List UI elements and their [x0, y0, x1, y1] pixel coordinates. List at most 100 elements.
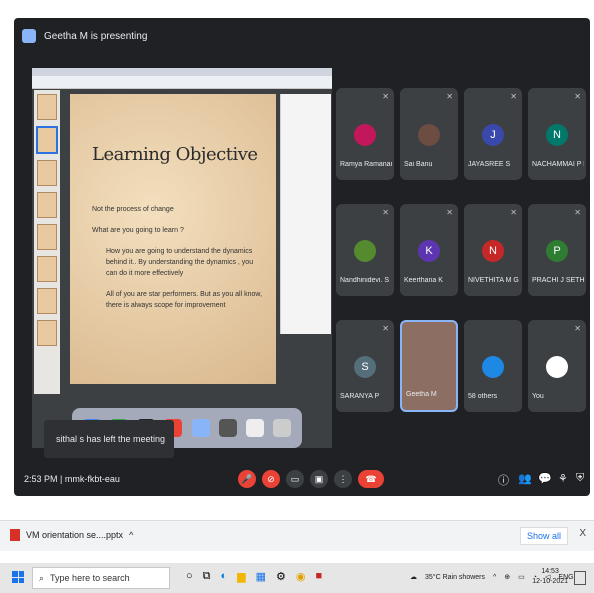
- self-tile[interactable]: ✕ You: [528, 320, 586, 412]
- camera-toggle-button[interactable]: ⊘: [262, 470, 280, 488]
- participant-tile[interactable]: ✕ Ramya Ramanan: [336, 88, 394, 180]
- avatar: [354, 240, 376, 262]
- download-item[interactable]: VM orientation se....pptx ^: [10, 529, 133, 541]
- edge-icon[interactable]: ◐: [221, 570, 228, 583]
- slide-thumbnail: [37, 320, 57, 346]
- chevron-up-icon[interactable]: ^: [493, 574, 496, 581]
- participant-tile[interactable]: ✕ Sai Banu: [400, 88, 458, 180]
- avatar: S: [354, 356, 376, 378]
- bullet-item: What are you going to learn ?: [92, 227, 184, 234]
- info-icon[interactable]: ⓘ: [498, 472, 509, 488]
- search-placeholder: Type here to search: [50, 573, 130, 583]
- avatar: K: [418, 240, 440, 262]
- slide-thumbnail: [37, 224, 57, 250]
- participant-name: Geetha M: [406, 391, 437, 398]
- close-download-bar-button[interactable]: X: [579, 528, 586, 539]
- cortana-icon[interactable]: ○: [186, 570, 193, 583]
- bullet-item: How you are going to understand the dyna…: [106, 248, 254, 277]
- notification-icon[interactable]: [574, 571, 586, 585]
- trash-icon: [273, 419, 292, 437]
- slide-thumbnail: [37, 192, 57, 218]
- network-icon[interactable]: ⊕: [504, 573, 510, 581]
- captions-button[interactable]: ▭: [286, 470, 304, 488]
- participant-tile[interactable]: ✕ Nandhinidevi. S: [336, 204, 394, 296]
- slide-thumbnails: [34, 90, 60, 394]
- bullet-item: All of you are star performers. But as y…: [106, 291, 263, 309]
- download-bar: VM orientation se....pptx ^ Show all X: [0, 520, 594, 551]
- participant-name: Nandhinidevi. S: [340, 277, 390, 284]
- app-icon[interactable]: ■: [316, 570, 323, 583]
- mac-menu-bar: [32, 68, 332, 76]
- clock-date: 12-10-2021: [532, 578, 568, 585]
- avatar: N: [482, 240, 504, 262]
- mic-off-icon: ✕: [382, 208, 389, 217]
- others-avatars: [482, 356, 504, 378]
- participant-name: PRACHI J SETHI...: [532, 277, 584, 284]
- meeting-time-code: 2:53 PM | mmk-fkbt-eau: [24, 474, 120, 484]
- slide-thumbnail: [37, 288, 57, 314]
- slide-thumbnail-active: [36, 126, 58, 154]
- slide-canvas: Learning Objective Not the process of ch…: [70, 94, 276, 384]
- left-meeting-toast: sithal s has left the meeting: [44, 420, 174, 458]
- search-icon: ⌕: [39, 572, 45, 583]
- show-all-button[interactable]: Show all: [519, 527, 568, 545]
- slide-bullets: Not the process of change What are you g…: [92, 204, 262, 321]
- participant-name: You: [532, 393, 544, 400]
- activities-icon[interactable]: ⚘: [558, 472, 568, 485]
- participant-name: JAYASREE S: [468, 161, 511, 168]
- store-icon[interactable]: ▦: [256, 570, 266, 583]
- participant-tile[interactable]: ✕ S SARANYA P: [336, 320, 394, 412]
- slide-thumbnail: [37, 94, 57, 120]
- mic-off-icon: ✕: [574, 92, 581, 101]
- app-icon: [191, 419, 210, 437]
- participant-tile[interactable]: ✕ P PRACHI J SETHI...: [528, 204, 586, 296]
- settings-icon[interactable]: ⚙: [276, 570, 286, 583]
- weather-text[interactable]: 35°C Rain showers: [425, 574, 485, 581]
- chat-icon[interactable]: 💬: [538, 472, 552, 485]
- chevron-up-icon[interactable]: ^: [129, 530, 133, 540]
- battery-icon[interactable]: ▭: [518, 573, 525, 581]
- slide-title: Learning Objective: [92, 144, 258, 165]
- slide-thumbnail: [37, 256, 57, 282]
- mic-off-icon: ✕: [510, 208, 517, 217]
- participant-name: SARANYA P: [340, 393, 380, 400]
- mic-off-icon: ✕: [446, 92, 453, 101]
- taskbar-search[interactable]: ⌕ Type here to search: [32, 567, 170, 589]
- clock-time: 14:53: [541, 568, 559, 575]
- format-panel: [280, 94, 331, 334]
- avatar: [546, 356, 568, 378]
- chrome-icon[interactable]: ◉: [296, 570, 306, 583]
- download-file-name: VM orientation se....pptx: [26, 530, 124, 540]
- file-explorer-icon[interactable]: ▆: [237, 570, 245, 583]
- mic-off-icon: ✕: [574, 324, 581, 333]
- mic-off-icon: ✕: [382, 324, 389, 333]
- windows-taskbar: ⌕ Type here to search ○ ⧉ ◐ ▆ ▦ ⚙ ◉ ■ ☁ …: [0, 563, 594, 593]
- mic-toggle-button[interactable]: 🎤: [238, 470, 256, 488]
- shared-screen: Learning Objective Not the process of ch…: [32, 68, 332, 458]
- participant-name: Keerthana K: [404, 277, 443, 284]
- others-tile[interactable]: 58 others: [464, 320, 522, 412]
- pptx-file-icon: [10, 529, 20, 541]
- present-button[interactable]: ▣: [310, 470, 328, 488]
- presenting-text: Geetha M is presenting: [44, 30, 148, 42]
- participant-tile[interactable]: ✕ K Keerthana K: [400, 204, 458, 296]
- more-options-button[interactable]: ⋮: [334, 470, 352, 488]
- taskbar-clock[interactable]: 14:53 12-10-2021: [532, 567, 568, 587]
- participant-tile[interactable]: ✕ J JAYASREE S: [464, 88, 522, 180]
- toast-text: sithal s has left the meeting: [56, 434, 166, 444]
- meet-control-bar: 2:53 PM | mmk-fkbt-eau 🎤 ⊘ ▭ ▣ ⋮ ☎ ⓘ 👥 💬…: [14, 462, 590, 496]
- others-count: 58 others: [468, 393, 498, 400]
- google-meet-window: Geetha M is presenting Learning Objectiv…: [14, 18, 590, 496]
- weather-icon[interactable]: ☁: [410, 573, 417, 581]
- host-controls-icon[interactable]: ⛨: [576, 472, 584, 485]
- participant-tile[interactable]: ✕ N NACHAMMAI P L: [528, 88, 586, 180]
- participant-tile-active-speaker[interactable]: Geetha M: [400, 320, 458, 412]
- presenting-banner: Geetha M is presenting: [22, 22, 582, 50]
- presentation-toolbar: [32, 76, 332, 89]
- windows-start-icon[interactable]: [12, 571, 24, 583]
- end-call-button[interactable]: ☎: [358, 470, 384, 488]
- people-icon[interactable]: 👥: [518, 472, 532, 485]
- participant-tile[interactable]: ✕ N NIVETHITA M G: [464, 204, 522, 296]
- task-view-icon[interactable]: ⧉: [203, 570, 211, 583]
- avatar: N: [546, 124, 568, 146]
